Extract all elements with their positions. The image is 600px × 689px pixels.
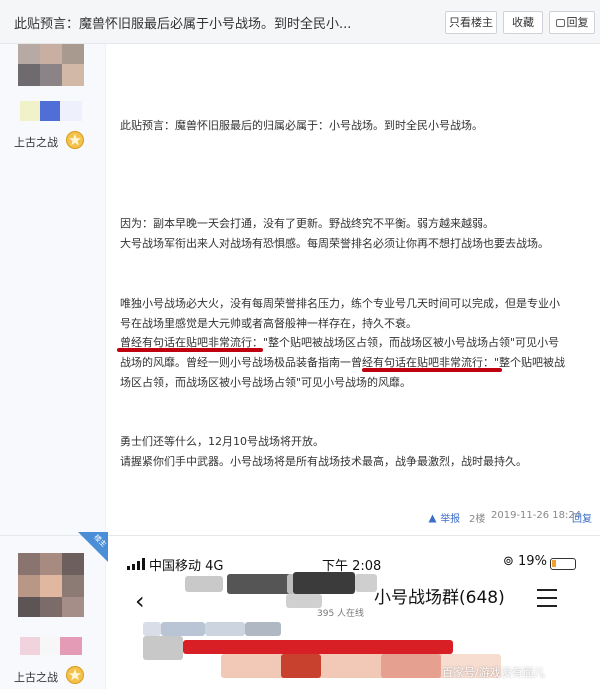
battery-icon — [550, 558, 576, 570]
post-paragraph: 因为：副本早晚一天会打通，没有了更新。野战终究不平衡。弱方越来越弱。 — [120, 217, 494, 230]
thread-header: 此贴预言：魔兽怀旧服最后必属于小号战场。到时全民小... 只看楼主 收藏 回复 — [0, 0, 600, 44]
signal-icon — [127, 558, 149, 570]
post-paragraph: 请握紧你们手中武器。小号战场将是所有战场技术最高，战争最激烈，战时最持久。 — [120, 455, 527, 468]
blurred-region — [381, 654, 441, 678]
blurred-region — [183, 640, 453, 654]
username[interactable]: 上古之战 — [14, 134, 58, 150]
star-badge-icon — [66, 131, 84, 149]
report-icon — [428, 514, 437, 523]
only-op-button[interactable]: 只看楼主 — [445, 11, 497, 34]
avatar[interactable] — [18, 553, 84, 617]
source-watermark: 百家号/游戏没有面儿 — [442, 666, 545, 679]
blurred-region — [205, 622, 245, 636]
username[interactable]: 上古之战 — [14, 669, 58, 685]
blurred-region — [281, 654, 321, 678]
blurred-region — [245, 622, 281, 636]
report-link[interactable]: 举报 — [428, 510, 460, 525]
blurred-region — [143, 622, 161, 636]
reply-button[interactable]: 回复 — [549, 11, 595, 34]
blurred-region — [293, 572, 355, 594]
avatar[interactable] — [18, 44, 84, 86]
online-count: 395 人在线 — [317, 609, 365, 619]
report-label: 举报 — [440, 514, 461, 525]
post-paragraph: 场区占领，而战场区被小号战场占领"可见小号战场的风靡。 — [120, 376, 412, 389]
post-paragraph: 号在战场里感觉是大元帅或者高督般神一样存在，持久不衰。 — [120, 317, 417, 330]
blurred-region — [185, 576, 223, 592]
reply-button-label: 回复 — [566, 16, 589, 29]
post-timestamp: 2019-11-26 18:24 — [491, 510, 582, 521]
user-badge-strip — [20, 101, 82, 121]
back-chevron-icon: ‹ — [135, 587, 145, 615]
blurred-region — [161, 622, 205, 636]
star-badge-icon — [66, 666, 84, 684]
post-reply-link[interactable]: 回复 — [572, 510, 592, 525]
highlight-underline — [117, 348, 263, 352]
post-paragraph: 唯独小号战场必大火，没有每周荣誉排名压力，练个专业号几天时间可以完成，但是专业小 — [120, 297, 560, 310]
favorite-button[interactable]: 收藏 — [503, 11, 543, 34]
group-title: 小号战场群(648) — [374, 588, 505, 608]
post-paragraph: 大号战场军衔出来人对战场有恐惧感。每周荣誉排名必须让你再不想打战场也要去战场。 — [120, 237, 549, 250]
blurred-region — [143, 636, 183, 660]
user-badge-strip — [20, 637, 82, 655]
post-paragraph: 勇士们还等什么，12月10号战场将开放。 — [120, 435, 324, 448]
thread-title: 此贴预言：魔兽怀旧服最后必属于小号战场。到时全民小... — [14, 17, 352, 32]
phone-battery: ⊚ 19% — [503, 554, 547, 569]
post-paragraph: 此贴预言：魔兽怀旧服最后的归属必属于：小号战场。到时全民小号战场。 — [120, 119, 483, 132]
phone-carrier: 中国移动 4G — [149, 559, 224, 574]
highlight-underline — [362, 368, 502, 372]
floor-number: 2楼 — [469, 514, 486, 525]
reply-icon — [555, 19, 565, 27]
hamburger-menu-icon — [537, 589, 557, 607]
